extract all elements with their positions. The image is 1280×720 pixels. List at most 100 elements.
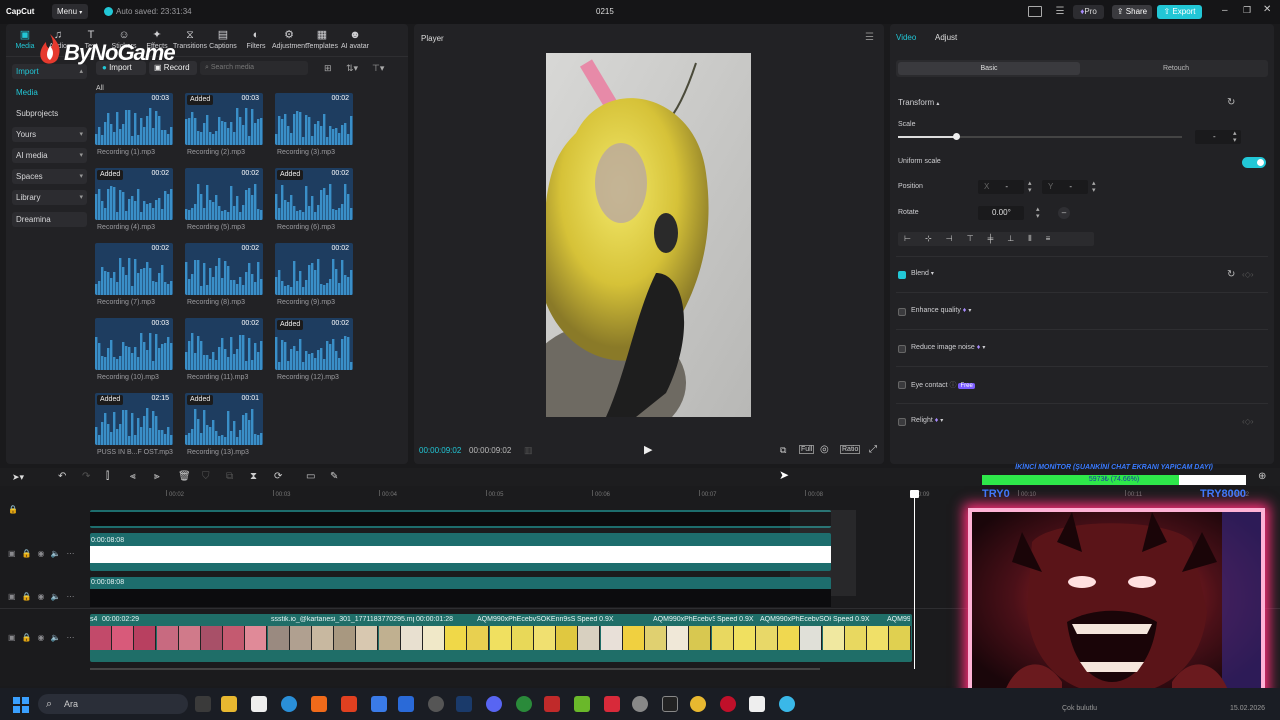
track-lock-icon[interactable]: 🔒 [22, 549, 38, 558]
track-audio-icon[interactable]: 🔈 [51, 549, 67, 558]
export-button[interactable]: ⇧ Export [1157, 5, 1202, 19]
tab-adjustment[interactable]: ⚙ Adjustment [272, 28, 307, 50]
relight-keyframe-icon[interactable]: ‹◇› [1242, 417, 1253, 426]
playhead[interactable] [914, 491, 915, 669]
layout-icon[interactable] [1028, 6, 1042, 17]
magic-wand-icon[interactable]: ✎ [330, 471, 338, 482]
brave-icon[interactable] [341, 696, 357, 712]
track3-controls[interactable]: ▣🔒◉🔈⋯ [8, 592, 80, 601]
media-item[interactable]: 00:03 Recording (10).mp3 [95, 318, 175, 381]
xbox-icon[interactable] [516, 696, 532, 712]
position-y-field[interactable]: Y- [1042, 180, 1088, 194]
app4-icon[interactable] [779, 696, 795, 712]
close-icon[interactable]: ✕ [1263, 4, 1271, 15]
pos-y-stepper-icon[interactable]: ▴ ▾ [1092, 180, 1096, 194]
media-item[interactable]: 00:02 Added Recording (6).mp3 [275, 168, 355, 231]
steam-icon[interactable] [456, 696, 472, 712]
minimize-icon[interactable]: – [1222, 5, 1228, 16]
align-right-icon[interactable]: ⊣ [946, 234, 967, 243]
timeline-scrollbar[interactable] [90, 668, 820, 670]
track-lock-icon[interactable]: 🔒 [22, 592, 38, 601]
media-item[interactable]: 00:03 Recording (1).mp3 [95, 93, 175, 156]
enhance-checkbox[interactable] [898, 308, 906, 316]
media-item[interactable]: 00:02 Recording (5).mp3 [185, 168, 265, 231]
windows-start-icon[interactable] [13, 697, 29, 713]
align-top-icon[interactable]: ⊤ [967, 234, 988, 243]
playhead-handle[interactable] [910, 490, 919, 498]
pro-button[interactable]: ♦Pro [1073, 5, 1104, 19]
media-item[interactable]: 00:02 Recording (7).mp3 [95, 243, 175, 306]
sidebar-item-dreamina[interactable]: Dreamina [12, 212, 87, 227]
align-center-icon[interactable]: ⊹ [925, 234, 946, 243]
full-quality-button[interactable]: Full [799, 445, 815, 454]
track2-clip[interactable]: 0:00:08:08 [90, 533, 831, 571]
eye-contact-section[interactable]: Eye contact ⓘ Free [911, 380, 975, 390]
obs-icon[interactable] [428, 696, 444, 712]
track-more-icon[interactable]: ⋯ [66, 549, 80, 558]
track1-clip[interactable] [90, 510, 831, 528]
subtab-basic[interactable]: Basic [898, 62, 1080, 75]
mirror-icon[interactable]: ⧗ [250, 471, 257, 482]
track1-controls[interactable]: 🔒 [8, 505, 24, 514]
menu-button[interactable]: Menu ▾ [52, 4, 88, 19]
tab-adjust[interactable]: Adjust [935, 33, 957, 42]
subtab-retouch[interactable]: Retouch [1086, 62, 1266, 75]
media-item[interactable]: 00:02 Added Recording (12).mp3 [275, 318, 355, 381]
media-item[interactable]: 00:03 Added Recording (2).mp3 [185, 93, 265, 156]
scale-slider-handle[interactable] [953, 133, 960, 140]
media-item[interactable]: 00:02 Recording (3).mp3 [275, 93, 355, 156]
media-item[interactable]: 00:02 Recording (8).mp3 [185, 243, 265, 306]
track-audio-icon[interactable]: 🔈 [51, 592, 67, 601]
media-item[interactable]: 00:02 Added Recording (4).mp3 [95, 168, 175, 231]
crop-icon[interactable]: ⧉ [780, 445, 786, 456]
rotate-stepper-icon[interactable]: ▴ ▾ [1036, 206, 1040, 220]
sidebar-item-yours[interactable]: Yours ▾ [12, 127, 87, 142]
track-more-icon[interactable]: ⋯ [66, 592, 80, 601]
amd-icon[interactable] [544, 696, 560, 712]
snapshot-icon[interactable]: ◎ [820, 444, 829, 455]
waveform-icon[interactable]: ▥ [524, 445, 533, 456]
align-bottom-icon[interactable]: ⊥ [1007, 234, 1028, 243]
zoom-icon[interactable]: ⊕ [1258, 471, 1266, 482]
transform-section[interactable]: Transform ▴ [898, 98, 939, 107]
relight-section[interactable]: Relight ♦ ▾ [911, 417, 943, 424]
share-button[interactable]: ⇪ Share [1112, 5, 1152, 19]
app2-icon[interactable] [604, 696, 620, 712]
track-lock-icon[interactable]: 🔒 [22, 633, 38, 642]
media-item[interactable]: 00:02 Recording (11).mp3 [185, 318, 265, 381]
media-item[interactable]: 00:02 Recording (9).mp3 [275, 243, 355, 306]
media-item[interactable]: 02:15 Added PUSS IN B...F OST.mp3 [95, 393, 175, 456]
track-more-icon[interactable]: ⋯ [66, 633, 80, 642]
outlook-icon[interactable] [398, 696, 414, 712]
noise-section[interactable]: Reduce image noise ♦ ▾ [911, 344, 985, 351]
tab-templates[interactable]: ▦ Templates [305, 28, 339, 50]
split-right-icon[interactable]: ⫸ [154, 471, 160, 482]
edge-icon[interactable] [281, 696, 297, 712]
track-audio-icon[interactable]: 🔈 [51, 633, 67, 642]
player-menu-icon[interactable]: ☰ [865, 32, 874, 43]
video-preview[interactable] [546, 53, 751, 417]
rotate-icon[interactable]: ⟳ [274, 471, 282, 482]
taskbar-search[interactable]: ⌕ Ara [38, 694, 188, 714]
rotate-value-field[interactable]: 0.00° [978, 206, 1024, 220]
play-icon[interactable]: ▶ [644, 443, 652, 456]
app-icon[interactable] [311, 696, 327, 712]
rotate-dial-icon[interactable]: – [1058, 207, 1070, 219]
sidebar-item-ai-media[interactable]: AI media ▾ [12, 148, 87, 163]
taskbar-date[interactable]: 15.02.2026 [1230, 705, 1265, 712]
scale-slider[interactable] [898, 133, 1182, 140]
undo-icon[interactable]: ↶ [58, 471, 66, 482]
tab-captions[interactable]: ▤ Captions [206, 28, 240, 50]
track-visible-icon[interactable]: ◉ [38, 633, 51, 642]
relight-checkbox[interactable] [898, 418, 906, 426]
track-lock-icon[interactable]: 🔒 [8, 505, 24, 514]
track2-controls[interactable]: ▣🔒◉🔈⋯ [8, 549, 80, 558]
tab-filters[interactable]: ◐ Filters [239, 28, 273, 50]
media-item[interactable]: 00:01 Added Recording (13).mp3 [185, 393, 265, 456]
project-name[interactable]: 0215 [596, 7, 614, 16]
capcut2-icon[interactable] [749, 696, 765, 712]
split-left-icon[interactable]: ⫷ [130, 471, 136, 482]
sidebar-item-media[interactable]: Media [12, 85, 87, 100]
reset-icon[interactable]: ↻ [1227, 97, 1235, 108]
track3-clip[interactable]: 0:00:08:08 [90, 577, 831, 607]
